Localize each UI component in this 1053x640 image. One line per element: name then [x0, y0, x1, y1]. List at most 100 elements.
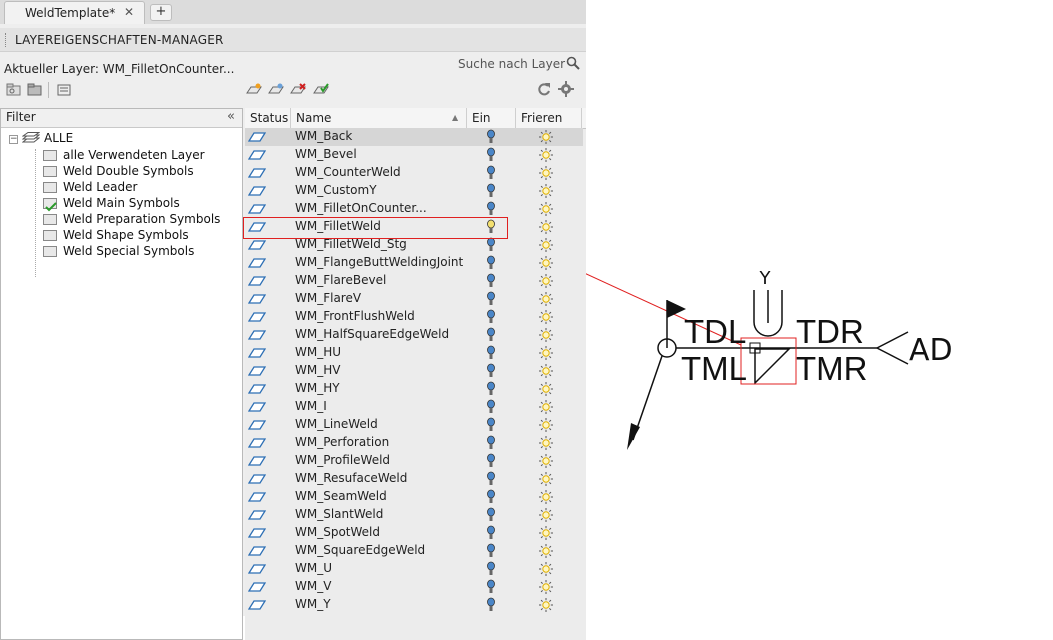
refresh-icon[interactable] [535, 81, 553, 97]
sun-icon[interactable] [538, 327, 554, 343]
sun-icon[interactable] [538, 363, 554, 379]
layer-status-icon[interactable] [248, 402, 266, 412]
layer-row[interactable]: WM_Perforation [245, 434, 583, 452]
close-icon[interactable]: ✕ [124, 5, 134, 19]
sun-icon[interactable] [538, 291, 554, 307]
bulb-icon[interactable] [486, 507, 496, 523]
bulb-icon[interactable] [486, 381, 496, 397]
bulb-icon[interactable] [486, 147, 496, 163]
bulb-icon[interactable] [486, 489, 496, 505]
sun-icon[interactable] [538, 183, 554, 199]
layer-status-icon[interactable] [248, 492, 266, 502]
layer-row[interactable]: WM_Back [245, 128, 583, 146]
sun-icon[interactable] [538, 453, 554, 469]
layer-row[interactable]: WM_U [245, 560, 583, 578]
layer-status-icon[interactable] [248, 438, 266, 448]
delete-layer-icon[interactable] [289, 82, 307, 98]
new-layer-frozen-icon[interactable] [267, 82, 285, 98]
layer-status-icon[interactable] [248, 510, 266, 520]
layer-name[interactable]: WM_Y [295, 597, 331, 611]
layer-status-icon[interactable] [248, 528, 266, 538]
layer-name[interactable]: WM_HalfSquareEdgeWeld [295, 327, 449, 341]
layer-name[interactable]: WM_V [295, 579, 331, 593]
layer-status-icon[interactable] [248, 168, 266, 178]
sun-icon[interactable] [538, 219, 554, 235]
layer-row[interactable]: WM_SpotWeld [245, 524, 583, 542]
layer-name[interactable]: WM_SlantWeld [295, 507, 383, 521]
layer-name[interactable]: WM_CounterWeld [295, 165, 401, 179]
layer-status-icon[interactable] [248, 294, 266, 304]
bulb-icon[interactable] [486, 219, 496, 235]
search-icon[interactable] [566, 56, 580, 70]
bulb-icon[interactable] [486, 165, 496, 181]
layer-status-icon[interactable] [248, 600, 266, 610]
layer-status-icon[interactable] [248, 456, 266, 466]
layer-row[interactable]: WM_ResufaceWeld [245, 470, 583, 488]
layer-name[interactable]: WM_LineWeld [295, 417, 378, 431]
layer-row[interactable]: WM_Y [245, 596, 583, 614]
layer-status-icon[interactable] [248, 132, 266, 142]
sun-icon[interactable] [538, 597, 554, 613]
bulb-icon[interactable] [486, 399, 496, 415]
layer-name[interactable]: WM_CustomY [295, 183, 377, 197]
layer-name[interactable]: WM_U [295, 561, 332, 575]
column-status[interactable]: Status [245, 108, 291, 128]
gear-icon[interactable] [557, 81, 575, 97]
tree-collapse-toggle[interactable]: − [9, 135, 18, 144]
layer-name[interactable]: WM_HV [295, 363, 340, 377]
layer-name[interactable]: WM_SpotWeld [295, 525, 380, 539]
layer-status-icon[interactable] [248, 348, 266, 358]
layer-states-manager-icon[interactable] [56, 82, 74, 98]
layer-row[interactable]: WM_FilletOnCounter... [245, 200, 583, 218]
bulb-icon[interactable] [486, 345, 496, 361]
drawing-canvas[interactable]: Y TDL TDR TML TMR AD [586, 0, 1053, 616]
sun-icon[interactable] [538, 399, 554, 415]
column-freeze[interactable]: Frieren [516, 108, 582, 128]
sun-icon[interactable] [538, 435, 554, 451]
bulb-icon[interactable] [486, 129, 496, 145]
layer-name[interactable]: WM_HY [295, 381, 340, 395]
tree-item-all[interactable]: ALLE [44, 131, 73, 147]
new-tab-button[interactable]: + [150, 4, 172, 21]
layer-name[interactable]: WM_SquareEdgeWeld [295, 543, 425, 557]
layer-name[interactable]: WM_FilletWeld_Stg [295, 237, 407, 251]
layer-status-icon[interactable] [248, 222, 266, 232]
sun-icon[interactable] [538, 417, 554, 433]
bulb-icon[interactable] [486, 597, 496, 613]
layer-name[interactable]: WM_ResufaceWeld [295, 471, 407, 485]
layer-name[interactable]: WM_I [295, 399, 327, 413]
bulb-icon[interactable] [486, 237, 496, 253]
layer-row[interactable]: WM_SquareEdgeWeld [245, 542, 583, 560]
bulb-icon[interactable] [486, 561, 496, 577]
layer-status-icon[interactable] [248, 564, 266, 574]
sun-icon[interactable] [538, 129, 554, 145]
layer-status-icon[interactable] [248, 330, 266, 340]
bulb-icon[interactable] [486, 471, 496, 487]
sun-icon[interactable] [538, 561, 554, 577]
sun-icon[interactable] [538, 201, 554, 217]
layer-row[interactable]: WM_FlangeButtWeldingJoint [245, 254, 583, 272]
layer-name[interactable]: WM_FlangeButtWeldingJoint [295, 255, 463, 269]
layer-row[interactable]: WM_FrontFlushWeld [245, 308, 583, 326]
layer-name[interactable]: WM_FrontFlushWeld [295, 309, 415, 323]
sun-icon[interactable] [538, 489, 554, 505]
new-group-filter-icon[interactable] [27, 82, 45, 98]
layer-status-icon[interactable] [248, 420, 266, 430]
layer-name[interactable]: WM_FilletWeld [295, 219, 381, 233]
tab-weldtemplate[interactable]: WeldTemplate* ✕ [4, 1, 145, 24]
layer-row[interactable]: WM_Bevel [245, 146, 583, 164]
sun-icon[interactable] [538, 345, 554, 361]
layer-name[interactable]: WM_ProfileWeld [295, 453, 390, 467]
bulb-icon[interactable] [486, 435, 496, 451]
layer-row[interactable]: WM_I [245, 398, 583, 416]
layer-status-icon[interactable] [248, 582, 266, 592]
sun-icon[interactable] [538, 309, 554, 325]
layer-name[interactable]: WM_FlareV [295, 291, 361, 305]
layer-name[interactable]: WM_FilletOnCounter... [295, 201, 427, 215]
sun-icon[interactable] [538, 471, 554, 487]
layer-row[interactable]: WM_CustomY [245, 182, 583, 200]
layer-row[interactable]: WM_LineWeld [245, 416, 583, 434]
sun-icon[interactable] [538, 381, 554, 397]
layer-status-icon[interactable] [248, 186, 266, 196]
layer-status-icon[interactable] [248, 312, 266, 322]
